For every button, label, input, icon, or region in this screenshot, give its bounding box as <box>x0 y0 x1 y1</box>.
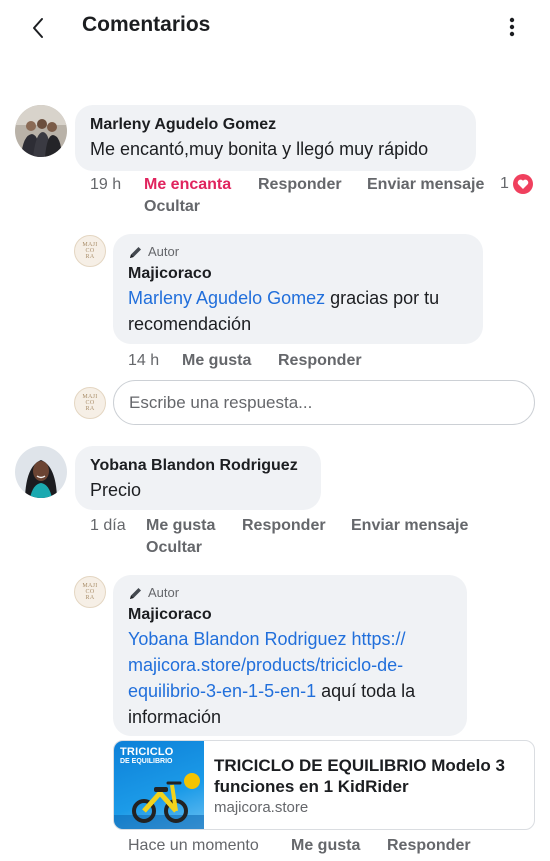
comment-author[interactable]: Marleny Agudelo Gomez <box>90 114 461 136</box>
comment-bubble[interactable]: Marleny Agudelo Gomez Me encantó,muy bon… <box>75 105 476 171</box>
heart-icon <box>512 174 533 194</box>
reply-button[interactable]: Responder <box>387 837 471 855</box>
hide-button[interactable]: Ocultar <box>146 539 202 557</box>
comment-bubble[interactable]: Yobana Blandon Rodriguez Precio <box>75 446 321 510</box>
reply-author[interactable]: Majicoraco <box>128 263 468 285</box>
reply-button[interactable]: Responder <box>278 352 362 370</box>
back-arrow-icon <box>33 18 43 38</box>
mention-link[interactable]: Yobana Blandon Rodriguez <box>128 629 347 649</box>
reaction-count-value: 1 <box>500 175 509 192</box>
comment-time: 19 h <box>90 176 122 193</box>
reply-button[interactable]: Responder <box>242 517 326 535</box>
send-message-button[interactable]: Enviar mensaje <box>351 517 468 535</box>
reply-bubble[interactable]: Autor Majicoraco Marleny Agudelo Gomez g… <box>113 234 483 344</box>
url-link[interactable]: equilibrio-3-en-1-5-en-1 <box>128 681 316 701</box>
more-vertical-icon <box>509 17 515 37</box>
author-badge-label: Autor <box>148 585 180 600</box>
comment-author[interactable]: Yobana Blandon Rodriguez <box>90 455 306 477</box>
reply-text-body: información <box>128 707 222 727</box>
page-avatar[interactable]: MAJI CO RA <box>74 576 106 608</box>
reply-button[interactable]: Responder <box>258 176 342 194</box>
reply-input[interactable] <box>113 380 535 425</box>
link-title: TRICICLO DE EQUILIBRIO Modelo 3 funcione… <box>214 756 505 796</box>
reply-time: Hace un momento <box>128 837 259 854</box>
reaction-count[interactable]: 1 <box>500 174 533 194</box>
author-badge: Autor <box>128 243 468 261</box>
reply-bubble[interactable]: Autor Majicoraco Yobana Blandon Rodrigue… <box>113 575 467 736</box>
reply-text: Yobana Blandon Rodriguez https:// majico… <box>128 626 452 730</box>
like-button[interactable]: Me gusta <box>146 517 215 535</box>
reply-time: 14 h <box>128 352 160 369</box>
product-thumbnail: TRICICLO DE EQUILIBRIO <box>114 741 204 829</box>
back-button[interactable] <box>22 12 54 44</box>
avatar[interactable] <box>15 105 67 157</box>
reply-author[interactable]: Majicoraco <box>128 604 452 626</box>
mention-link[interactable]: Marleny Agudelo Gomez <box>128 288 325 308</box>
link-preview-card[interactable]: TRICICLO DE EQUILIBRIO TRICICLO DE EQUIL… <box>113 740 535 830</box>
reaction-button[interactable]: Me encanta <box>144 176 231 194</box>
tricycle-image <box>114 773 204 829</box>
profile-photo-avatar <box>15 446 67 498</box>
majicora-logo: MAJI CO RA <box>82 583 98 601</box>
comment-text: Precio <box>90 480 142 500</box>
reply-text: Marleny Agudelo Gomez gracias por tu rec… <box>128 285 468 337</box>
send-message-button[interactable]: Enviar mensaje <box>367 176 484 194</box>
author-badge-label: Autor <box>148 244 180 259</box>
pencil-icon <box>128 586 143 601</box>
comment-text: Me encantó,muy bonita y llegó muy rápido <box>90 139 429 159</box>
header-bar: Comentarios <box>0 0 550 56</box>
hide-button[interactable]: Ocultar <box>144 198 200 216</box>
like-button[interactable]: Me gusta <box>291 837 360 855</box>
majicora-logo: MAJI CO RA <box>82 242 98 260</box>
group-photo-avatar <box>15 105 67 157</box>
reply-text-body: aquí toda la <box>316 681 416 701</box>
majicora-logo: MAJI CO RA <box>82 394 98 412</box>
page-avatar[interactable]: MAJI CO RA <box>74 235 106 267</box>
more-options-button[interactable] <box>498 12 526 42</box>
avatar[interactable] <box>15 446 67 498</box>
url-link[interactable]: majicora.store/products/triciclo-de- <box>128 655 403 675</box>
page-avatar[interactable]: MAJI CO RA <box>74 387 106 419</box>
comment-time: 1 día <box>90 517 126 534</box>
link-domain: majicora.store <box>214 799 309 816</box>
pencil-icon <box>128 245 143 260</box>
page-title: Comentarios <box>82 13 211 36</box>
url-link[interactable]: https:// <box>352 629 406 649</box>
author-badge: Autor <box>128 584 452 602</box>
like-button[interactable]: Me gusta <box>182 352 251 370</box>
